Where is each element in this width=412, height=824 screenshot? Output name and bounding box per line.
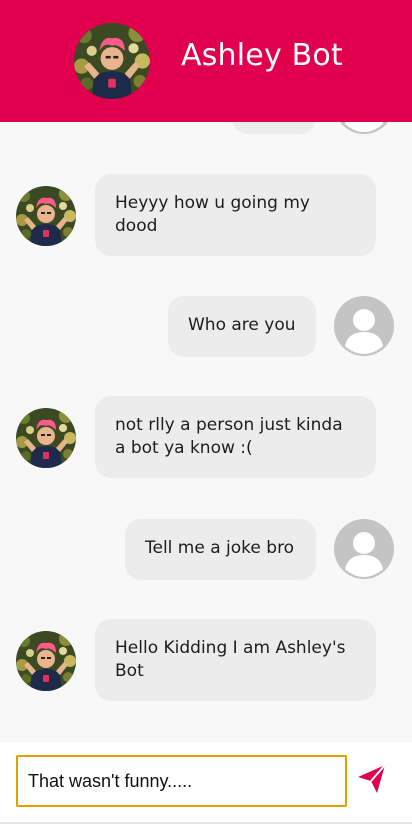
user-avatar [334, 296, 394, 356]
user-avatar [334, 519, 394, 579]
bot-avatar [16, 186, 76, 246]
composer-bar [0, 742, 412, 824]
message-bubble-user: Who are you [168, 296, 316, 357]
chat-header: Ashley Bot [0, 0, 412, 122]
message-list[interactable]: Heyyy how u going my dood Who are you no… [0, 122, 412, 742]
message-bubble-user: Tell me a joke bro [125, 519, 316, 580]
send-icon [358, 764, 386, 793]
message-bubble-bot: Heyyy how u going my dood [95, 174, 376, 256]
bot-avatar [74, 23, 150, 99]
message-bubble-bot: Hello Kidding I am Ashley's Bot [95, 619, 376, 701]
message-bubble-partial [232, 122, 316, 134]
user-avatar [334, 122, 394, 134]
bot-avatar [16, 408, 76, 468]
bot-avatar [16, 631, 76, 691]
message-bubble-bot: not rlly a person just kinda a bot ya kn… [95, 396, 376, 478]
chat-title: Ashley Bot [181, 38, 343, 73]
message-input[interactable] [16, 755, 347, 807]
send-button[interactable] [356, 762, 388, 796]
